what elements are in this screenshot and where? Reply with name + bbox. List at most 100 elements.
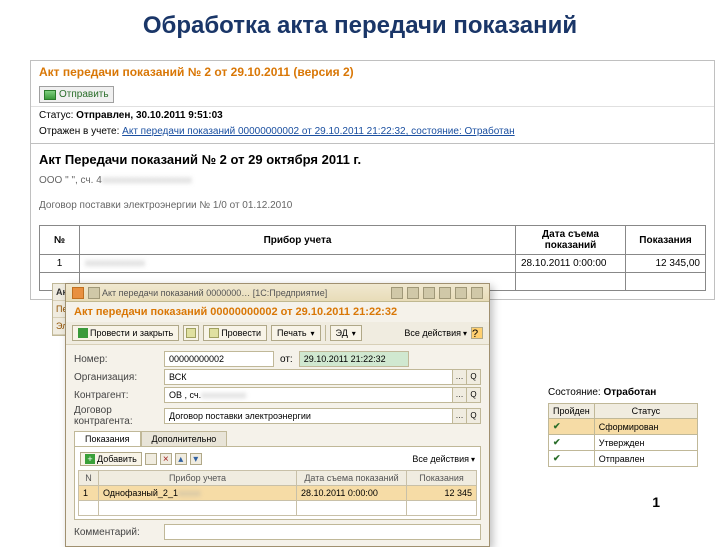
counterparty-label: Контрагент: [74,390,164,401]
state-row[interactable]: ✔Утвержден [549,435,698,451]
post-icon [209,328,219,338]
save-button[interactable] [183,325,199,341]
org-field[interactable]: ВСК [164,369,453,385]
comment-label: Комментарий: [74,527,164,538]
table-row[interactable]: 1 xxxxxxxxxxxx 28.10.2011 0:00:00 12 345… [40,255,706,273]
cell-n: 1 [40,255,80,273]
panel-toolbar: +Добавить × ▴ ▾ Все действия▾ [78,450,477,470]
app-icon [72,287,84,299]
contract-label: Договор контрагента: [74,405,164,427]
select-button[interactable]: … [453,408,467,424]
scol-status: Статус [594,404,697,419]
grid-row[interactable]: 1 Однофазный_2_1xxxxx 28.10.2011 0:00:00… [79,486,477,501]
tab-readings[interactable]: Показания [74,431,141,446]
star-icon[interactable] [88,287,100,299]
contract-field[interactable]: Договор поставки электроэнергии [164,408,453,424]
gcol-date: Дата съема показаний [297,471,407,486]
help-icon[interactable]: ? [471,327,483,339]
btn-label: Провести и закрыть [90,328,173,338]
gcol-device: Прибор учета [99,471,297,486]
chevron-down-icon: ▾ [463,329,467,338]
tabs: Показания Дополнительно [74,431,481,446]
main-window: Акт передачи показаний № 2 от 29.10.2011… [30,60,715,300]
open-button[interactable]: Q [467,408,481,424]
maximize-icon[interactable] [455,287,467,299]
open-button[interactable]: Q [467,387,481,403]
scol-passed: Пройден [549,404,595,419]
toolbar-icon[interactable] [423,287,435,299]
btn-label: Печать [277,328,306,338]
form-area: Номер: 00000000002 от: 29.10.2011 21:22:… [66,345,489,546]
col-date: Дата съема показаний [516,226,626,255]
save-icon [78,328,88,338]
status-line: Статус: Отправлен, 30.10.2011 9:51:03 [31,107,714,124]
reflected-prefix: Отражен в учете: [39,126,119,137]
print-button[interactable]: Печать▾ [271,325,321,341]
open-button[interactable]: Q [467,369,481,385]
all-actions-button[interactable]: Все действия▾ [412,454,475,464]
readings-grid: N Прибор учета Дата съема показаний Пока… [78,470,477,516]
gcell-value: 12 345 [407,486,477,501]
select-button[interactable]: … [453,387,467,403]
comment-field[interactable] [164,524,481,540]
down-icon[interactable]: ▾ [190,453,202,465]
post-button[interactable]: Провести [203,325,267,341]
gcell-device: Однофазный_2_1xxxxx [99,486,297,501]
minimize-icon[interactable] [439,287,451,299]
ed-button[interactable]: ЭД ▾ [330,325,362,341]
check-icon: ✔ [549,451,595,467]
document-contract: Договор поставки электроэнергии № 1/0 от… [39,200,706,211]
close-icon[interactable] [471,287,483,299]
cell-value: 12 345,00 [626,255,706,273]
reflected-link[interactable]: Акт передачи показаний 00000000002 от 29… [122,126,514,137]
add-button[interactable]: +Добавить [80,452,142,466]
plus-icon: + [85,454,95,464]
disk-icon [186,328,196,338]
check-icon: ✔ [549,435,595,451]
sub-window: Акт передачи показаний 0000000… [1С:Пред… [65,283,490,547]
date-field[interactable]: 29.10.2011 21:22:32 [299,351,409,367]
state-cell: Отправлен [594,451,697,467]
slide-title: Обработка акта передачи показаний [0,0,720,48]
state-cell: Сформирован [594,419,697,435]
select-button[interactable]: … [453,369,467,385]
state-cell: Утвержден [594,435,697,451]
all-actions-button[interactable]: Все действия▾ [404,328,467,338]
sub-titlebar: Акт передачи показаний 0000000… [1С:Пред… [66,284,489,302]
state-label: Состояние: Отработан [548,387,656,398]
btn-label: ЭД [336,328,348,338]
tab-additional[interactable]: Дополнительно [141,431,228,446]
counterparty-field[interactable]: ОВ , сч.xxxxxxxxxx [164,387,453,403]
col-device: Прибор учета [80,226,516,255]
org-text: ООО " ", сч. 4 [39,175,102,186]
up-icon[interactable]: ▴ [175,453,187,465]
col-value: Показания [626,226,706,255]
state-row[interactable]: ✔Сформирован [549,419,698,435]
chevron-down-icon: ▾ [471,455,475,464]
separator [325,325,326,341]
gcell-n: 1 [79,486,99,501]
toolbar-icon[interactable] [407,287,419,299]
tab-panel: +Добавить × ▴ ▾ Все действия▾ N Прибор у… [74,446,481,520]
number-field[interactable]: 00000000002 [164,351,274,367]
document-org: ООО " ", сч. 4xxxxxxxxxxxxxxxxxx [39,175,706,186]
cell-date: 28.10.2011 0:00:00 [516,255,626,273]
delete-icon[interactable]: × [160,453,172,465]
toolbar-icon[interactable] [391,287,403,299]
gcol-n: N [79,471,99,486]
org-label: Организация: [74,372,164,383]
state-row[interactable]: ✔Отправлен [549,451,698,467]
gcell-date: 28.10.2011 0:00:00 [297,486,407,501]
grid-row [79,501,477,516]
main-toolbar: Отправить [31,83,714,107]
sub-wintitle: Акт передачи показаний 0000000… [1С:Пред… [102,288,389,298]
btn-label: Провести [221,328,261,338]
gcol-value: Показания [407,471,477,486]
post-and-close-button[interactable]: Провести и закрыть [72,325,179,341]
sub-toolbar: Провести и закрыть Провести Печать▾ ЭД▾ … [66,322,489,345]
chevron-down-icon: ▾ [352,329,356,338]
document-area: Акт Передачи показаний № 2 от 29 октября… [31,143,714,299]
copy-icon[interactable] [145,453,157,465]
send-button[interactable]: Отправить [39,86,114,103]
btn-label: Добавить [97,454,137,464]
